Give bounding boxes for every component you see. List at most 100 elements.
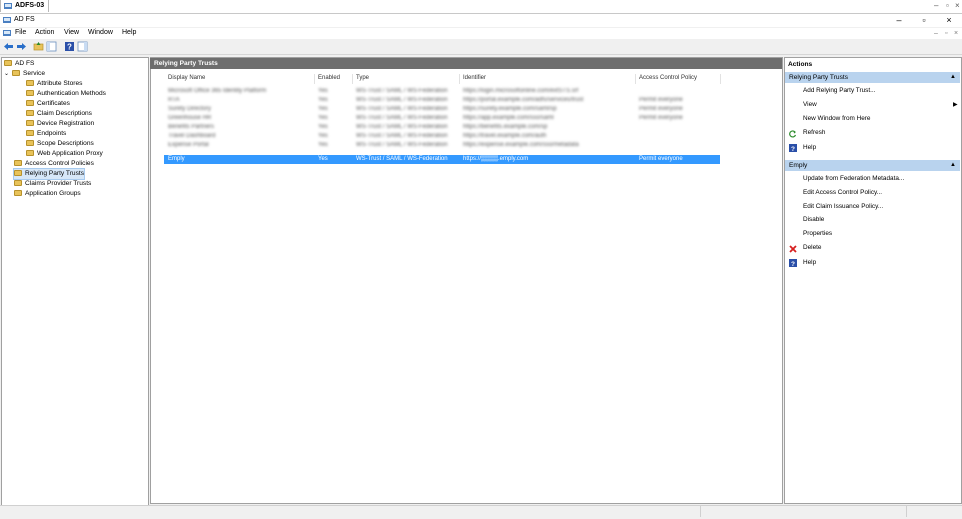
table-row-selected[interactable]: Emply Yes WS-Trust / SAML / WS-Federatio… <box>164 155 720 164</box>
tree-root-adfs[interactable]: AD FS <box>4 59 34 69</box>
column-header-access-control-policy[interactable]: Access Control Policy <box>639 75 697 84</box>
show-action-pane-icon[interactable] <box>77 41 88 52</box>
tree-item-device-registration[interactable]: Device Registration <box>26 119 94 129</box>
collapse-arrow-icon[interactable]: ▲ <box>950 160 956 171</box>
cell-type: WS-Trust / SAML / WS-Federation <box>356 115 448 121</box>
actions-section-header-emply[interactable]: Emply ▲ <box>785 160 960 171</box>
minimize-icon[interactable]: – <box>934 1 938 10</box>
svg-text:?: ? <box>791 261 795 267</box>
column-header-identifier[interactable]: Identifier <box>463 75 486 84</box>
cell-display-name: Surety Directory <box>168 106 212 112</box>
action-update-from-federation-metadata[interactable]: Update from Federation Metadata... <box>803 175 904 182</box>
cell-enabled: Yes <box>318 156 328 162</box>
column-divider[interactable] <box>459 74 460 84</box>
tree-node-service[interactable]: ⌄ Service <box>4 69 45 79</box>
table-row[interactable]: Greenhouse HR Yes WS-Trust / SAML / WS-F… <box>164 114 720 123</box>
window-close-button[interactable]: × <box>938 14 960 27</box>
menu-window[interactable]: Window <box>88 29 113 36</box>
table-row[interactable]: Travel Dashboard Yes WS-Trust / SAML / W… <box>164 132 720 141</box>
actions-section-header-relying-party-trusts[interactable]: Relying Party Trusts ▲ <box>785 72 960 83</box>
help-icon: ? <box>789 144 797 152</box>
action-new-window-from-here[interactable]: New Window from Here <box>803 115 870 122</box>
cell-display-name: Travel Dashboard <box>168 133 216 139</box>
menu-bar <box>0 28 962 39</box>
collapse-arrow-icon[interactable]: ▲ <box>950 72 956 83</box>
action-view[interactable]: View <box>803 101 817 108</box>
cell-policy: Permit everyone <box>639 106 683 112</box>
table-row[interactable]: Microsoft Office 365 Identity Platform Y… <box>164 87 720 96</box>
action-add-relying-party-trust[interactable]: Add Relying Party Trust... <box>803 87 875 94</box>
window-maximize-button[interactable]: ▫ <box>913 14 935 27</box>
tree-item-web-application-proxy[interactable]: Web Application Proxy <box>26 149 103 159</box>
menu-help[interactable]: Help <box>122 29 136 36</box>
table-row[interactable]: Surety Directory Yes WS-Trust / SAML / W… <box>164 105 720 114</box>
folder-icon <box>26 140 34 147</box>
actions-pane <box>784 57 962 504</box>
tree-item-application-groups[interactable]: Application Groups <box>14 189 81 199</box>
cell-identifier: https://expense.example.com/sso/metadata <box>463 142 579 148</box>
child-minimize-icon[interactable]: – <box>934 30 938 37</box>
cell-identifier: https://surety.example.com/saml/sp <box>463 106 557 112</box>
cell-type: WS-Trust / SAML / WS-Federation <box>356 88 448 94</box>
close-icon[interactable]: × <box>955 1 960 10</box>
action-delete[interactable]: Delete <box>803 244 821 251</box>
column-header-display-name[interactable]: Display Name <box>168 75 205 84</box>
cell-enabled: Yes <box>318 106 328 112</box>
folder-icon <box>26 130 34 137</box>
cell-policy: Permit everyone <box>639 115 683 121</box>
window-minimize-button[interactable]: – <box>888 14 910 27</box>
child-close-icon[interactable]: × <box>954 30 958 37</box>
action-edit-access-control-policy[interactable]: Edit Access Control Policy... <box>803 189 882 196</box>
folder-icon <box>26 90 34 97</box>
column-divider[interactable] <box>314 74 315 84</box>
cell-type: WS-Trust / SAML / WS-Federation <box>356 97 448 103</box>
tree-item-claims-provider-trusts[interactable]: Claims Provider Trusts <box>14 179 91 189</box>
table-row[interactable]: Expense Portal Yes WS-Trust / SAML / WS-… <box>164 141 720 150</box>
folder-icon <box>26 80 34 87</box>
action-refresh[interactable]: Refresh <box>803 129 825 136</box>
tree-item-endpoints[interactable]: Endpoints <box>26 129 66 139</box>
status-bar-divider <box>700 506 701 517</box>
help-icon[interactable]: ? <box>64 41 75 52</box>
up-folder-icon[interactable] <box>33 41 44 52</box>
action-disable[interactable]: Disable <box>803 216 824 223</box>
tree-item-access-control-policies[interactable]: Access Control Policies <box>14 159 94 169</box>
submenu-arrow-icon: ▶ <box>953 102 958 108</box>
restore-icon[interactable]: ▫ <box>946 1 949 10</box>
column-divider[interactable] <box>635 74 636 84</box>
folder-icon <box>26 150 34 157</box>
cell-type: WS-Trust / SAML / WS-Federation <box>356 133 448 139</box>
folder-icon <box>26 100 34 107</box>
child-restore-icon[interactable]: ▫ <box>945 30 947 37</box>
table-row[interactable]: RTA Yes WS-Trust / SAML / WS-Federation … <box>164 96 720 105</box>
menu-view[interactable]: View <box>64 29 79 36</box>
action-edit-claim-issuance-policy[interactable]: Edit Claim Issuance Policy... <box>803 203 883 210</box>
column-header-type[interactable]: Type <box>356 75 369 84</box>
tree-item-attribute-stores[interactable]: Attribute Stores <box>26 79 82 89</box>
tree-item-certificates[interactable]: Certificates <box>26 99 70 109</box>
table-row[interactable]: Benefits Partners Yes WS-Trust / SAML / … <box>164 123 720 132</box>
tree-item-scope-descriptions[interactable]: Scope Descriptions <box>26 139 94 149</box>
cell-type: WS-Trust / SAML / WS-Federation <box>356 124 448 130</box>
folder-icon <box>14 170 22 177</box>
status-bar <box>0 505 962 519</box>
session-tab[interactable]: ADFS-03 <box>0 0 49 12</box>
cell-display-name: Emply <box>168 156 185 162</box>
action-help[interactable]: Help <box>803 144 816 151</box>
action-help-emply[interactable]: Help <box>803 259 816 266</box>
tree-item-relying-party-trusts[interactable]: Relying Party Trusts <box>13 168 85 180</box>
back-arrow-icon[interactable] <box>3 41 14 52</box>
cell-display-name: Expense Portal <box>168 142 209 148</box>
show-hide-tree-icon[interactable] <box>46 41 57 52</box>
forward-arrow-icon[interactable] <box>16 41 27 52</box>
menu-action[interactable]: Action <box>35 29 54 36</box>
tree-item-authentication-methods[interactable]: Authentication Methods <box>26 89 106 99</box>
menu-file[interactable]: File <box>15 29 26 36</box>
column-divider[interactable] <box>352 74 353 84</box>
column-header-enabled[interactable]: Enabled <box>318 75 340 84</box>
action-properties[interactable]: Properties <box>803 230 832 237</box>
column-divider[interactable] <box>720 74 721 84</box>
folder-icon <box>12 70 20 77</box>
tree-item-claim-descriptions[interactable]: Claim Descriptions <box>26 109 92 119</box>
expand-chevron-icon[interactable]: ⌄ <box>4 69 12 79</box>
